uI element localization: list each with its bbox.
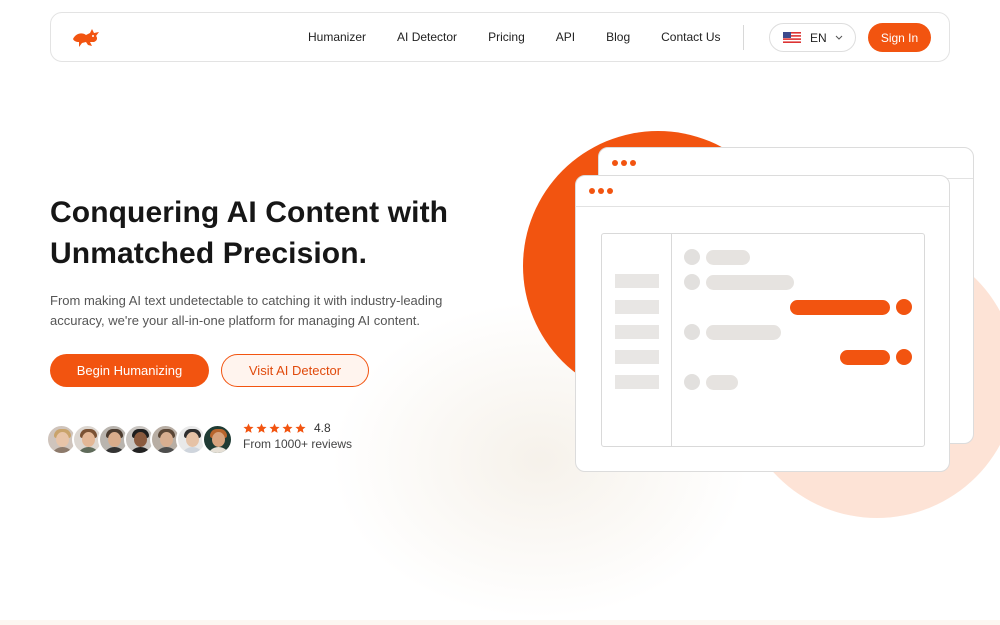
nav-divider <box>743 25 744 50</box>
visit-ai-detector-button[interactable]: Visit AI Detector <box>221 354 369 387</box>
outgoing-message-placeholder <box>840 350 890 365</box>
incoming-message-placeholder <box>706 250 750 265</box>
nav-link-blog[interactable]: Blog <box>606 30 630 44</box>
rating-value: 4.8 <box>314 421 331 435</box>
reviews-count: From 1000+ reviews <box>243 437 353 451</box>
section-divider <box>0 620 1000 625</box>
sign-in-button[interactable]: Sign In <box>868 23 931 52</box>
star-icon <box>243 422 254 433</box>
nav-link-pricing[interactable]: Pricing <box>488 30 525 44</box>
chevron-down-icon <box>835 35 843 40</box>
nav-link-api[interactable]: API <box>556 30 575 44</box>
outgoing-message-placeholder <box>790 300 890 315</box>
language-label: EN <box>810 30 827 45</box>
title-line-1: Conquering AI Content with <box>50 196 449 229</box>
sidebar-placeholder <box>615 350 659 364</box>
title-line-2: Unmatched Precision. <box>50 237 368 270</box>
incoming-message-placeholder <box>706 325 781 340</box>
rating-stars: 4.8 <box>243 421 331 435</box>
us-flag-icon <box>783 32 801 43</box>
chat-mockup <box>601 233 925 447</box>
star-icon <box>269 422 280 433</box>
sidebar-placeholder <box>615 300 659 314</box>
message-avatar-placeholder <box>896 349 912 365</box>
avatar <box>202 424 233 455</box>
star-icon <box>256 422 267 433</box>
incoming-message-placeholder <box>706 375 738 390</box>
top-navbar: Humanizer AI Detector Pricing API Blog C… <box>50 12 950 62</box>
page-title: Conquering AI Content with Unmatched Pre… <box>50 192 490 274</box>
nav-link-contact-us[interactable]: Contact Us <box>661 30 720 44</box>
window-header <box>576 176 949 207</box>
sidebar-placeholder <box>615 325 659 339</box>
nav-links: Humanizer AI Detector Pricing API Blog C… <box>308 13 751 61</box>
window-dots-icon <box>612 160 639 166</box>
message-avatar-placeholder <box>684 274 700 290</box>
message-avatar-placeholder <box>684 249 700 265</box>
message-avatar-placeholder <box>684 324 700 340</box>
hero-description: From making AI text undetectable to catc… <box>50 293 443 328</box>
sidebar-placeholder <box>615 274 659 288</box>
sidebar-placeholder <box>615 375 659 389</box>
message-avatar-placeholder <box>896 299 912 315</box>
language-selector[interactable]: EN <box>769 23 856 52</box>
nav-link-humanizer[interactable]: Humanizer <box>308 30 366 44</box>
begin-humanizing-button[interactable]: Begin Humanizing <box>50 354 209 387</box>
mockup-divider <box>671 234 672 446</box>
illustration-window-front <box>575 175 950 472</box>
fox-logo-icon[interactable] <box>71 26 103 50</box>
nav-link-ai-detector[interactable]: AI Detector <box>397 30 457 44</box>
star-icon <box>295 422 306 433</box>
message-avatar-placeholder <box>684 374 700 390</box>
window-dots-icon <box>589 188 616 194</box>
star-icon <box>282 422 293 433</box>
incoming-message-placeholder <box>706 275 794 290</box>
